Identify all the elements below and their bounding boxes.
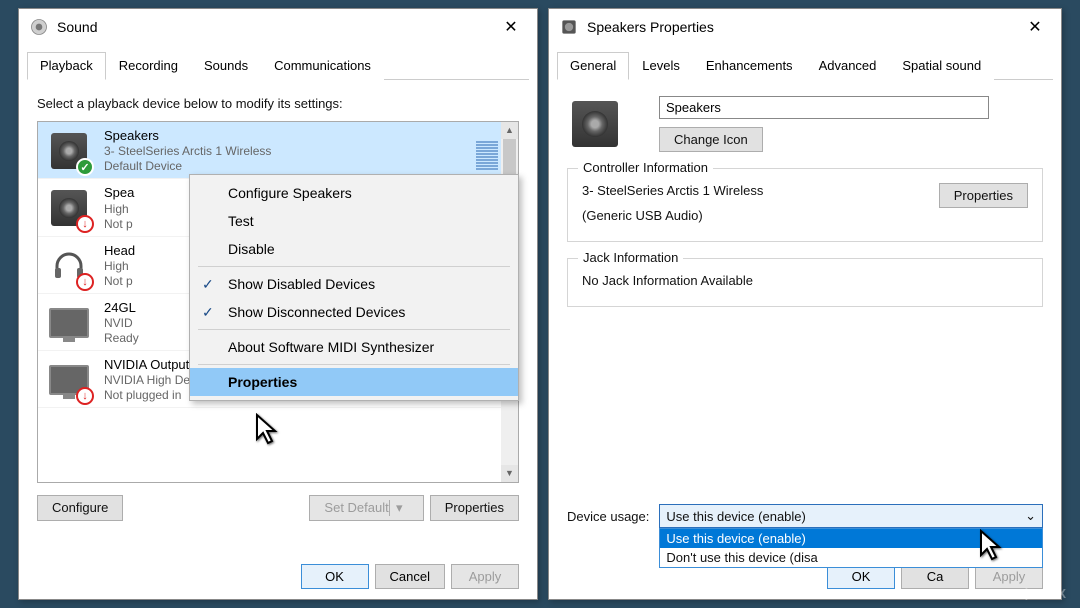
device-desc: 3- SteelSeries Arctis 1 Wireless bbox=[104, 144, 271, 159]
device-name: 24GL bbox=[104, 300, 139, 316]
monitor-icon bbox=[46, 300, 92, 346]
configure-button[interactable]: Configure bbox=[37, 495, 123, 521]
speaker-icon bbox=[559, 17, 579, 37]
controller-info-group: Controller Information 3- SteelSeries Ar… bbox=[567, 168, 1043, 242]
speakers-properties-dialog: Speakers Properties ✕ General Levels Enh… bbox=[548, 8, 1062, 600]
tab-strip: General Levels Enhancements Advanced Spa… bbox=[557, 51, 1053, 80]
controller-name: 3- SteelSeries Arctis 1 Wireless bbox=[582, 183, 939, 198]
watermark: UG⟩TFIX bbox=[1001, 586, 1068, 602]
device-usage-label: Device usage: bbox=[567, 509, 649, 524]
tab-enhancements[interactable]: Enhancements bbox=[693, 52, 806, 80]
close-button[interactable]: ✕ bbox=[1015, 11, 1055, 43]
window-title: Sound bbox=[57, 19, 491, 35]
group-title: Controller Information bbox=[578, 160, 713, 175]
monitor-icon: ↓ bbox=[46, 357, 92, 403]
tab-playback[interactable]: Playback bbox=[27, 52, 106, 80]
speaker-icon: ✓ bbox=[46, 128, 92, 174]
sound-dialog: Sound ✕ Playback Recording Sounds Commun… bbox=[18, 8, 538, 600]
unplugged-badge-icon: ↓ bbox=[76, 273, 94, 291]
device-status: Default Device bbox=[104, 159, 271, 174]
ctx-show-disconnected[interactable]: Show Disconnected Devices bbox=[190, 298, 518, 326]
device-name-input[interactable] bbox=[659, 96, 989, 119]
ctx-show-disabled[interactable]: Show Disabled Devices bbox=[190, 270, 518, 298]
tab-spatial-sound[interactable]: Spatial sound bbox=[889, 52, 994, 80]
group-title: Jack Information bbox=[578, 250, 683, 265]
jack-info-group: Jack Information No Jack Information Ava… bbox=[567, 258, 1043, 307]
separator bbox=[198, 329, 510, 330]
close-button[interactable]: ✕ bbox=[491, 11, 531, 43]
unplugged-badge-icon: ↓ bbox=[76, 215, 94, 233]
device-status: Not p bbox=[104, 274, 135, 289]
separator bbox=[198, 364, 510, 365]
sound-icon bbox=[29, 17, 49, 37]
device-desc: High bbox=[104, 259, 135, 274]
controller-properties-button[interactable]: Properties bbox=[939, 183, 1028, 208]
tab-communications[interactable]: Communications bbox=[261, 52, 384, 80]
device-name: Speakers bbox=[104, 128, 271, 144]
device-usage-select[interactable]: Use this device (enable) ⌄ Use this devi… bbox=[659, 504, 1043, 528]
headphone-icon: ↓ bbox=[46, 243, 92, 289]
device-status: Not p bbox=[104, 217, 134, 232]
ok-button[interactable]: OK bbox=[301, 564, 369, 589]
device-usage-value: Use this device (enable) bbox=[666, 509, 805, 524]
change-icon-button[interactable]: Change Icon bbox=[659, 127, 763, 152]
device-large-icon bbox=[567, 96, 623, 152]
ctx-about-midi[interactable]: About Software MIDI Synthesizer bbox=[190, 333, 518, 361]
scroll-up-icon[interactable]: ▲ bbox=[501, 122, 518, 139]
instruction-text: Select a playback device below to modify… bbox=[37, 96, 519, 111]
tab-strip: Playback Recording Sounds Communications bbox=[27, 51, 529, 80]
chevron-down-icon[interactable]: ▾ bbox=[389, 500, 409, 516]
device-desc: High bbox=[104, 202, 134, 217]
speaker-icon: ↓ bbox=[46, 185, 92, 231]
default-badge-icon: ✓ bbox=[76, 158, 94, 176]
controller-sub: (Generic USB Audio) bbox=[582, 208, 939, 223]
jack-info-text: No Jack Information Available bbox=[582, 273, 1028, 288]
titlebar[interactable]: Speakers Properties ✕ bbox=[549, 9, 1061, 45]
apply-button[interactable]: Apply bbox=[451, 564, 519, 589]
device-usage-dropdown: Use this device (enable) Don't use this … bbox=[659, 528, 1043, 568]
device-name: Spea bbox=[104, 185, 134, 201]
ctx-disable[interactable]: Disable bbox=[190, 235, 518, 263]
tab-advanced[interactable]: Advanced bbox=[806, 52, 890, 80]
device-name: Head bbox=[104, 243, 135, 259]
tab-recording[interactable]: Recording bbox=[106, 52, 191, 80]
ctx-configure-speakers[interactable]: Configure Speakers bbox=[190, 179, 518, 207]
chevron-down-icon: ⌄ bbox=[1025, 508, 1036, 524]
cancel-button[interactable]: Cancel bbox=[375, 564, 445, 589]
set-default-label: Set Default bbox=[324, 500, 388, 516]
ctx-test[interactable]: Test bbox=[190, 207, 518, 235]
context-menu: Configure Speakers Test Disable Show Dis… bbox=[189, 174, 519, 401]
titlebar[interactable]: Sound ✕ bbox=[19, 9, 537, 45]
device-row[interactable]: ✓ Speakers 3- SteelSeries Arctis 1 Wirel… bbox=[38, 122, 518, 179]
tab-levels[interactable]: Levels bbox=[629, 52, 693, 80]
device-usage-option-disable[interactable]: Don't use this device (disa bbox=[660, 548, 1042, 567]
unplugged-badge-icon: ↓ bbox=[76, 387, 94, 405]
device-usage-option-enable[interactable]: Use this device (enable) bbox=[660, 529, 1042, 548]
properties-button[interactable]: Properties bbox=[430, 495, 519, 521]
device-desc: NVID bbox=[104, 316, 139, 331]
device-status: Ready bbox=[104, 331, 139, 346]
scroll-down-icon[interactable]: ▼ bbox=[501, 465, 518, 482]
window-title: Speakers Properties bbox=[587, 19, 1015, 35]
tab-sounds[interactable]: Sounds bbox=[191, 52, 261, 80]
ctx-properties[interactable]: Properties bbox=[190, 368, 518, 396]
level-meter-icon bbox=[476, 128, 498, 170]
separator bbox=[198, 266, 510, 267]
set-default-button[interactable]: Set Default ▾ bbox=[309, 495, 423, 521]
tab-general[interactable]: General bbox=[557, 52, 629, 80]
